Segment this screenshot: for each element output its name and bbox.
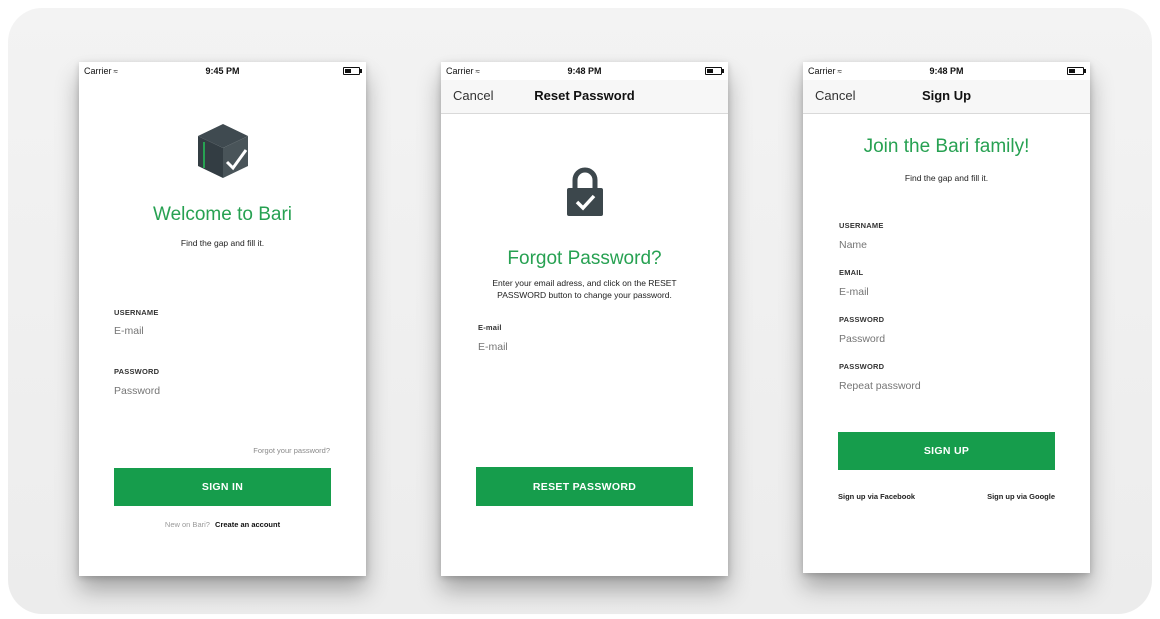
tagline: Find the gap and fill it. bbox=[180, 238, 265, 248]
signin-screen: Carrier ≈ 9:45 PM Welcome to Bari Find th… bbox=[79, 62, 366, 576]
sign-up-screen: Carrier ≈ 9:48 PM Cancel Sign Up Join the… bbox=[803, 62, 1090, 573]
email-label: EMAIL bbox=[839, 268, 864, 277]
join-title: Join the Bari family! bbox=[863, 136, 1030, 157]
welcome-title: Welcome to Bari bbox=[152, 204, 293, 225]
username-label: USERNAME bbox=[839, 221, 884, 230]
status-bar: Carrier ≈ 9:45 PM bbox=[79, 62, 366, 80]
password-label: PASSWORD bbox=[114, 367, 160, 376]
reset-password-screen: Carrier ≈ 9:48 PM Cancel Reset Password F… bbox=[441, 62, 728, 576]
battery-icon bbox=[343, 67, 362, 75]
status-time: 9:48 PM bbox=[929, 66, 964, 76]
email-input[interactable] bbox=[839, 286, 1039, 298]
new-account-prompt: New on Bari? bbox=[164, 520, 210, 529]
status-bar: Carrier ≈ 9:48 PM bbox=[803, 62, 1090, 80]
nav-title: Reset Password bbox=[534, 88, 635, 103]
password-input[interactable] bbox=[839, 333, 1039, 345]
reset-description-line2: PASSWORD button to change your password. bbox=[497, 290, 672, 300]
repeat-password-input[interactable] bbox=[839, 380, 1039, 392]
tagline: Find the gap and fill it. bbox=[904, 173, 989, 183]
nav-title: Sign Up bbox=[921, 88, 972, 103]
facebook-signup-link[interactable]: Sign up via Facebook bbox=[838, 492, 915, 501]
forgot-password-link[interactable]: Forgot your password? bbox=[253, 446, 330, 455]
sign-in-button[interactable]: SIGN IN bbox=[114, 468, 331, 506]
email-label: E-mail bbox=[478, 323, 502, 332]
email-input[interactable] bbox=[478, 341, 678, 353]
forgot-password-title: Forgot Password? bbox=[507, 248, 662, 269]
sign-up-button[interactable]: SIGN UP bbox=[838, 432, 1055, 470]
status-time: 9:45 PM bbox=[205, 66, 240, 76]
navigation-bar: Cancel Sign Up bbox=[803, 80, 1090, 114]
username-label: USERNAME bbox=[114, 308, 159, 317]
box-logo-icon bbox=[198, 124, 248, 178]
battery-icon bbox=[1067, 67, 1086, 75]
google-signup-link[interactable]: Sign up via Google bbox=[987, 492, 1055, 501]
status-time: 9:48 PM bbox=[567, 66, 602, 76]
navigation-bar: Cancel Reset Password bbox=[441, 80, 728, 114]
battery-icon bbox=[705, 67, 724, 75]
repeat-password-label: PASSWORD bbox=[839, 362, 885, 371]
status-bar: Carrier ≈ 9:48 PM bbox=[441, 62, 728, 80]
create-account-link[interactable]: Create an account bbox=[215, 520, 280, 529]
username-input[interactable] bbox=[114, 325, 314, 337]
password-label: PASSWORD bbox=[839, 315, 885, 324]
lock-check-icon bbox=[567, 167, 603, 216]
password-input[interactable] bbox=[114, 385, 314, 397]
reset-description-line1: Enter your email adress, and click on th… bbox=[492, 278, 677, 288]
reset-password-button[interactable]: RESET PASSWORD bbox=[476, 467, 693, 506]
username-input[interactable] bbox=[839, 239, 1039, 251]
